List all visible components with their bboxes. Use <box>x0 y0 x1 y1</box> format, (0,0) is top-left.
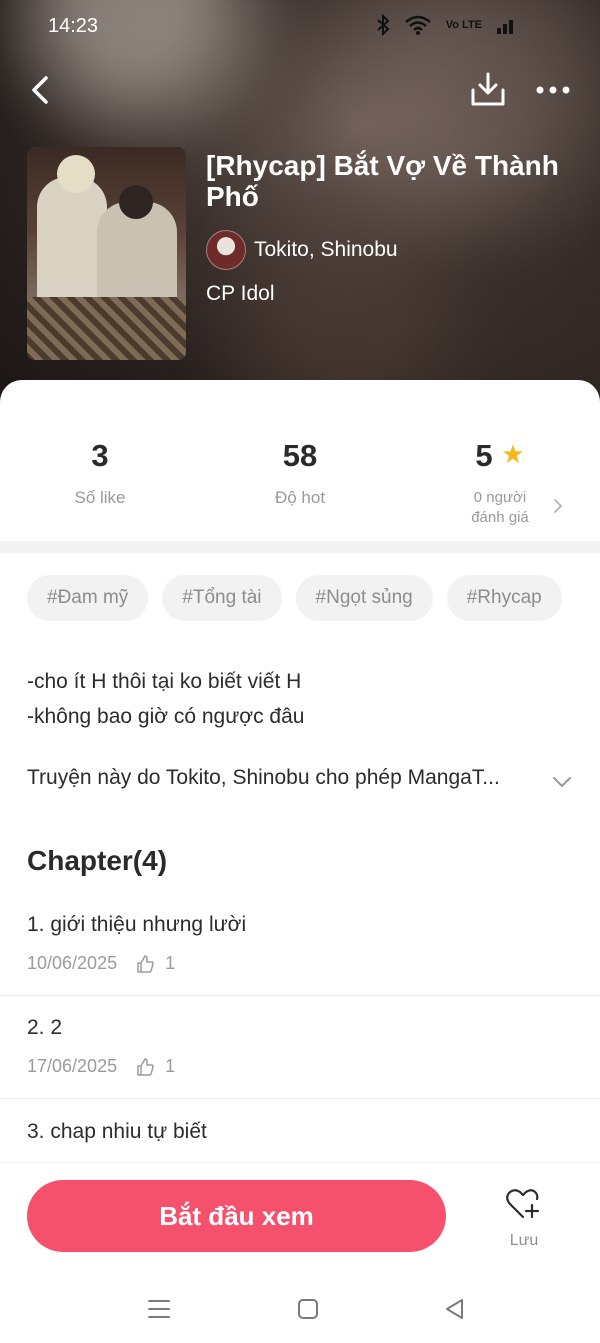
section-divider <box>0 541 600 553</box>
start-reading-button[interactable]: Bắt đầu xem <box>27 1180 446 1252</box>
network-label: Vo LTE <box>445 19 482 31</box>
thumbs-up-icon <box>137 954 154 973</box>
chevron-right-icon[interactable] <box>548 496 568 516</box>
chapter-likes: 1 <box>165 1056 176 1076</box>
rating-count-label: 0 người <box>473 489 527 506</box>
tag-item[interactable]: #Rhycap <box>446 575 562 621</box>
chapter-likes: 1 <box>165 953 176 973</box>
tag-item[interactable]: #Đam mỹ <box>27 575 149 621</box>
tag-list: #Đam mỹ #Tổng tài #Ngọt sủng #Rhycap <box>27 575 562 621</box>
stat-rating[interactable]: 5 ★ 0 người đánh giá <box>400 438 600 528</box>
likes-count: 3 <box>91 438 109 473</box>
home-icon[interactable] <box>295 1296 321 1322</box>
recent-apps-icon[interactable] <box>146 1296 172 1322</box>
hot-count: 58 <box>282 438 318 473</box>
story-cover-image[interactable] <box>27 147 186 360</box>
chapter-title: 2. 2 <box>27 1016 63 1039</box>
stat-likes: 3 Số like <box>0 438 200 508</box>
tag-item[interactable]: #Tổng tài <box>162 575 282 621</box>
hot-label: Độ hot <box>274 488 326 507</box>
story-title: [Rhycap] Bắt Vợ Về Thành Phố <box>206 150 559 212</box>
chapter-date: 17/06/2025 <box>27 1056 118 1076</box>
license-text[interactable]: Truyện này do Tokito, Shinobu cho phép M… <box>27 766 547 790</box>
bluetooth-icon <box>377 14 390 36</box>
save-label[interactable]: Lưu <box>494 1232 554 1250</box>
chapter-date: 10/06/2025 <box>27 953 118 973</box>
rating-count-label-2: đánh giá <box>471 509 529 526</box>
description-line: -cho ít H thôi tại ko biết viết H <box>27 670 302 693</box>
signal-icon <box>497 20 513 34</box>
more-options-button[interactable] <box>534 76 574 104</box>
author-avatar[interactable] <box>206 230 246 270</box>
stat-hot: 58 Độ hot <box>200 438 400 508</box>
story-category[interactable]: CP Idol <box>206 282 275 306</box>
star-icon: ★ <box>501 439 525 469</box>
story-description: -cho ít H thôi tại ko biết viết H -không… <box>27 664 304 734</box>
likes-label: Số like <box>74 488 126 507</box>
chapter-heading: Chapter(4) <box>27 845 168 876</box>
wifi-icon <box>404 15 431 35</box>
status-time: 14:23 <box>48 15 99 37</box>
back-button[interactable] <box>22 70 62 110</box>
status-bar: 14:23 Vo LTE <box>0 0 600 52</box>
author-name[interactable]: Tokito, Shinobu <box>254 238 398 262</box>
divider <box>0 1098 600 1099</box>
system-navigation-bar <box>0 1272 600 1343</box>
thumbs-up-icon <box>137 1057 154 1076</box>
chapter-title: 3. chap nhiu tự biết <box>27 1120 207 1143</box>
chapter-title: 1. giới thiệu nhưng lười <box>27 913 247 936</box>
chevron-down-icon[interactable] <box>550 770 574 794</box>
divider <box>0 995 600 996</box>
tag-item[interactable]: #Ngọt sủng <box>295 575 433 621</box>
back-nav-icon[interactable] <box>442 1296 468 1322</box>
description-line: -không bao giờ có ngược đâu <box>27 705 305 728</box>
heart-plus-icon[interactable] <box>505 1187 541 1221</box>
download-button[interactable] <box>468 70 508 110</box>
rating-value: 5 <box>475 438 493 473</box>
